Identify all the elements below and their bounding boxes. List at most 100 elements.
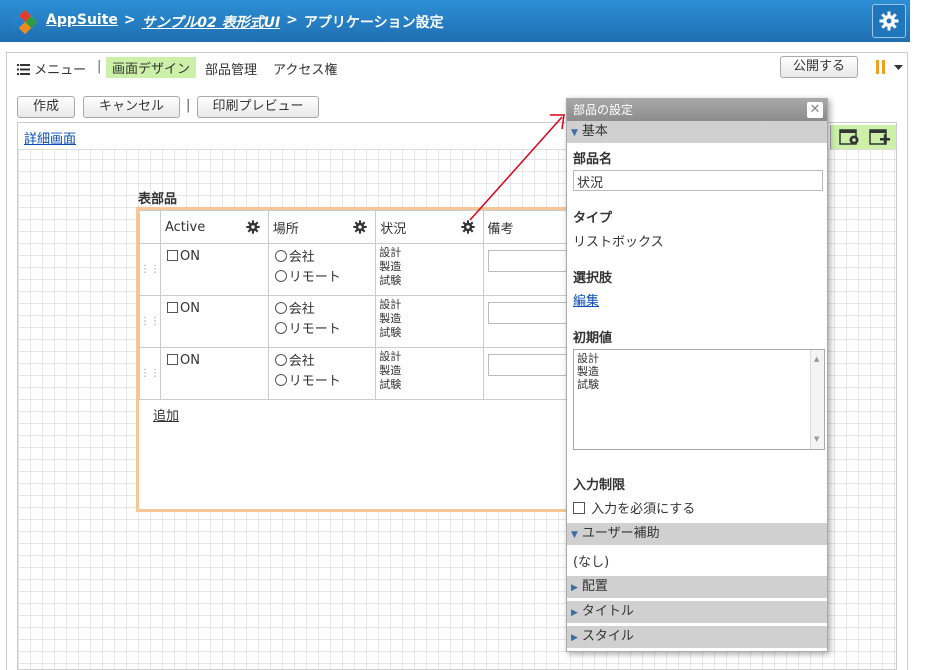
memo-input[interactable] [487, 250, 572, 272]
list-option[interactable]: 試験 [379, 378, 479, 392]
section-label: ユーザー補助 [581, 526, 660, 541]
hamburger-icon [17, 64, 30, 75]
required-checkbox[interactable] [573, 502, 585, 514]
list-option[interactable]: 設計 [379, 246, 479, 260]
radio-button[interactable] [274, 302, 287, 314]
gear-icon[interactable] [246, 220, 260, 234]
section-layout[interactable]: ▶ 配置 [567, 576, 827, 598]
column-header-place[interactable]: 場所 [267, 210, 377, 244]
add-panel-icon[interactable] [869, 129, 891, 146]
type-value: リストボックス [573, 235, 664, 250]
active-cell: ON [160, 295, 269, 348]
radio-option[interactable]: 会社 [274, 248, 369, 268]
list-option[interactable]: 製造 [379, 260, 479, 274]
radio-option[interactable]: リモート [274, 320, 369, 340]
breadcrumb-app-name[interactable]: AppSuite [46, 12, 118, 32]
settings-button[interactable] [872, 4, 906, 38]
choices-label: 選択肢 [573, 271, 613, 286]
triangle-right-icon: ▶ [571, 583, 578, 593]
list-option[interactable]: 設計 [379, 350, 479, 364]
tab-parts-management[interactable]: 部品管理 [205, 59, 257, 78]
edit-choices-link[interactable]: 編集 [573, 290, 599, 309]
drag-handle-icon[interactable]: ⋮⋮ [139, 295, 161, 348]
cancel-button[interactable]: キャンセル [83, 96, 180, 118]
part-name-label: 部品名 [573, 152, 613, 167]
close-icon[interactable]: ✕ [807, 102, 823, 118]
section-basic[interactable]: ▼ 基本 [567, 121, 827, 143]
layout-settings-icon[interactable] [839, 129, 861, 146]
radio-option[interactable]: 会社 [274, 352, 369, 372]
place-cell: 会社 リモート [267, 347, 377, 400]
radio-button[interactable] [274, 354, 287, 366]
table-part[interactable]: Active 場所 状況 備考 ⋮⋮ ON 会社 リモート 設計 製造 試験 ⋮… [136, 207, 576, 512]
memo-cell [482, 347, 573, 400]
appsuite-logo-icon[interactable] [12, 9, 38, 35]
list-option[interactable]: 試験 [379, 274, 479, 288]
required-checkbox-label: 入力を必須にする [591, 502, 696, 517]
list-option[interactable]: 設計 [379, 298, 479, 312]
checkbox-label: ON [180, 353, 200, 368]
part-settings-panel: 部品の設定 ✕ ▼ 基本 部品名 状況 タイプ リストボックス 選択肢 編集 初期… [566, 98, 828, 652]
triangle-right-icon: ▶ [571, 608, 578, 618]
radio-button[interactable] [274, 374, 287, 386]
canvas-tools [830, 125, 896, 149]
list-option[interactable]: 製造 [379, 364, 479, 378]
section-label: スタイル [581, 629, 634, 644]
radio-button[interactable] [274, 322, 287, 334]
checkbox[interactable] [167, 354, 178, 365]
scroll-up-icon[interactable]: ▲ [814, 353, 819, 366]
drag-handle-icon[interactable]: ⋮⋮ [139, 347, 161, 400]
table-row: ⋮⋮ ON 会社 リモート 設計 製造 試験 [139, 295, 573, 348]
part-name-input[interactable]: 状況 [573, 170, 823, 191]
checkbox[interactable] [167, 302, 178, 313]
status-listbox[interactable]: 設計 製造 試験 [375, 295, 484, 348]
checkbox-label: ON [180, 301, 200, 316]
radio-option[interactable]: 会社 [274, 300, 369, 320]
pause-icon [876, 60, 885, 74]
list-option[interactable]: 試験 [379, 326, 479, 340]
section-style[interactable]: ▶ スタイル [567, 626, 827, 648]
tab-access-rights[interactable]: アクセス権 [273, 59, 337, 78]
checkbox[interactable] [167, 250, 178, 261]
gear-icon[interactable] [353, 220, 367, 234]
radio-button[interactable] [274, 270, 287, 282]
triangle-down-icon: ▼ [571, 530, 578, 540]
page-title: アプリケーション設定 [303, 15, 444, 31]
memo-input[interactable] [487, 302, 572, 324]
radio-label: 会社 [288, 354, 315, 369]
drag-handle-icon[interactable]: ⋮⋮ [139, 243, 161, 296]
breadcrumb-app-title[interactable]: サンプル02 表形式UI [142, 12, 281, 32]
publish-button[interactable]: 公開する [780, 56, 858, 78]
radio-option[interactable]: リモート [274, 268, 369, 288]
required-option[interactable]: 入力を必須にする [573, 498, 695, 517]
section-label: 基本 [581, 124, 608, 139]
radio-button[interactable] [274, 250, 287, 262]
radio-option[interactable]: リモート [274, 372, 369, 392]
menu-button[interactable]: メニュー [17, 59, 86, 78]
create-button[interactable]: 作成 [17, 96, 75, 118]
section-title[interactable]: ▶ タイトル [567, 601, 827, 623]
table-part-title: 表部品 [138, 192, 178, 207]
initial-value-listbox[interactable]: 設計 製造 試験 ▲ ▼ [573, 349, 825, 450]
list-option[interactable]: 試験 [577, 378, 821, 391]
panel-toggle-button[interactable] [876, 59, 904, 79]
active-cell: ON [160, 347, 269, 400]
add-row-link[interactable]: 追加 [153, 405, 179, 424]
list-option[interactable]: 設計 [577, 352, 821, 365]
memo-input[interactable] [487, 354, 572, 376]
list-option[interactable]: 製造 [379, 312, 479, 326]
scroll-down-icon[interactable]: ▼ [814, 433, 819, 446]
status-listbox[interactable]: 設計 製造 試験 [375, 347, 484, 400]
print-preview-button[interactable]: 印刷プレビュー [197, 96, 319, 118]
panel-title-bar[interactable]: 部品の設定 ✕ [567, 99, 827, 121]
section-user-assist[interactable]: ▼ ユーザー補助 [567, 523, 827, 545]
tab-screen-design[interactable]: 画面デザイン [106, 57, 197, 78]
initial-value-label: 初期値 [573, 331, 613, 346]
list-option[interactable]: 製造 [577, 365, 821, 378]
status-listbox[interactable]: 設計 製造 試験 [375, 243, 484, 296]
scrollbar[interactable]: ▲ ▼ [810, 350, 824, 449]
column-header-active[interactable]: Active [160, 210, 269, 244]
panel-title: 部品の設定 [573, 103, 634, 117]
table-row: ⋮⋮ ON 会社 リモート 設計 製造 試験 [139, 347, 573, 400]
detail-screen-link[interactable]: 詳細画面 [24, 128, 76, 147]
